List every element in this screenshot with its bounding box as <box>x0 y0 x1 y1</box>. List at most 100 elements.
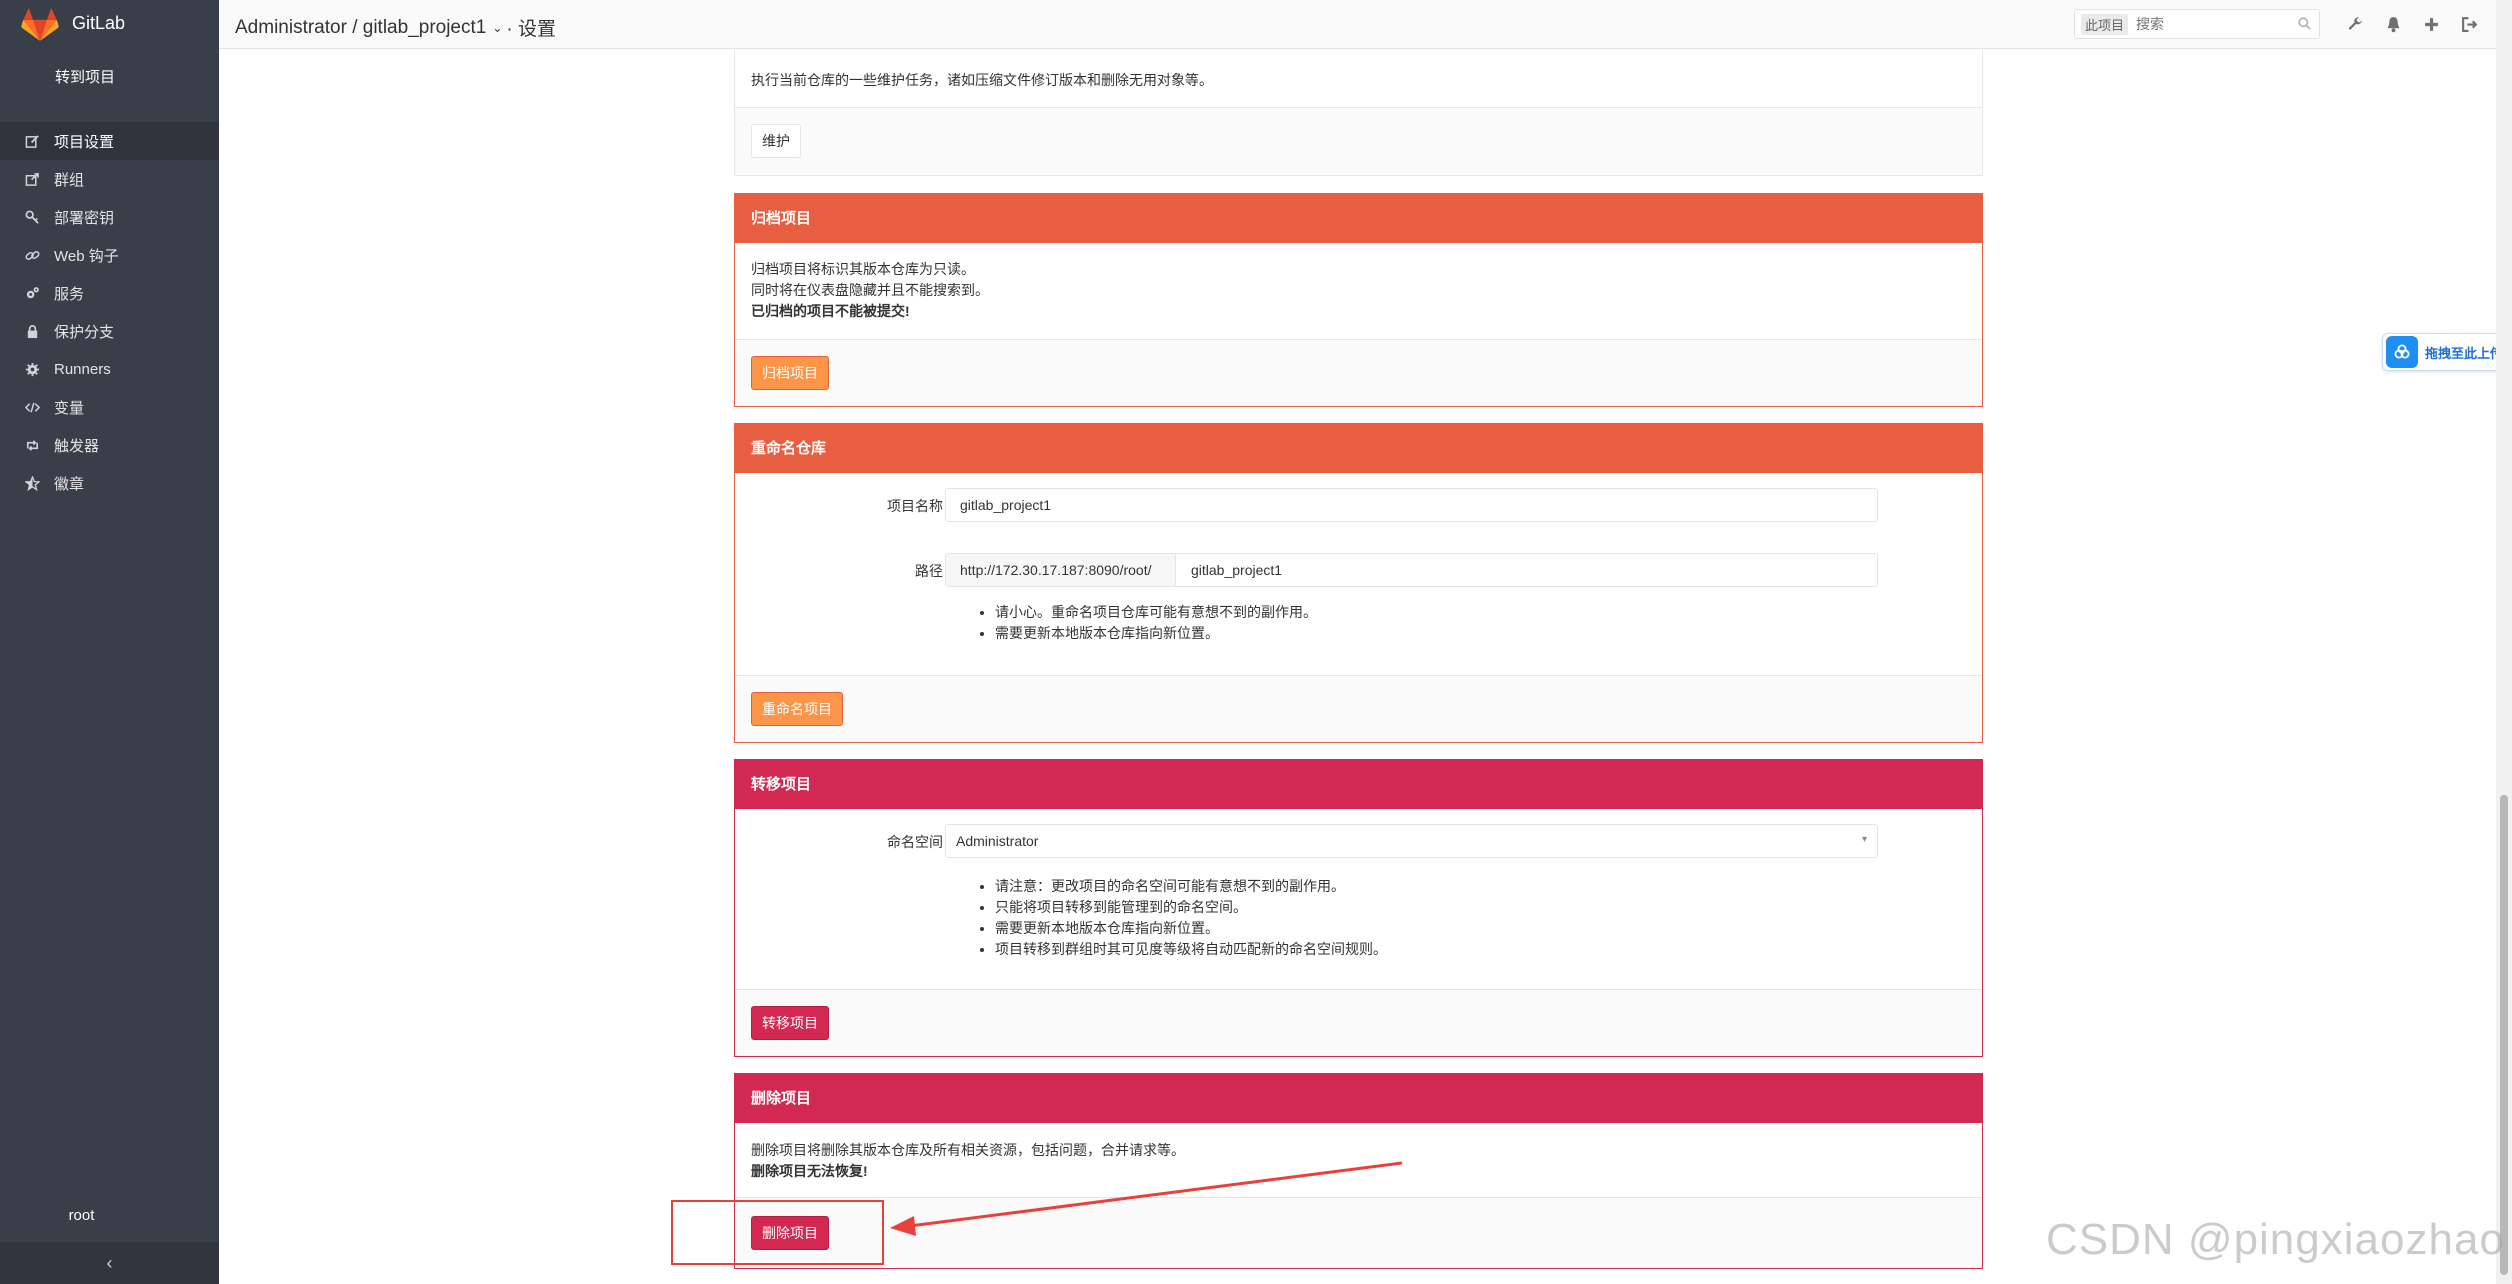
remove-warning: 删除项目无法恢复! <box>751 1163 868 1179</box>
goto-project-link[interactable]: 转到项目 <box>0 66 170 87</box>
sidebar-item-runners[interactable]: Runners <box>0 350 219 388</box>
annotation-highlight-box <box>671 1200 884 1265</box>
search-box[interactable]: 此项目 <box>2074 9 2320 39</box>
transfer-note: 请注意：更改项目的命名空间可能有意想不到的副作用。 <box>995 876 1387 897</box>
sidebar-item-triggers[interactable]: 触发器 <box>0 426 219 464</box>
archive-warning: 已归档的项目不能被提交! <box>751 303 910 319</box>
archive-panel: 归档项目 归档项目将标识其版本仓库为只读。 同时将在仪表盘隐藏并且不能搜索到。 … <box>734 193 1983 407</box>
transfer-note: 只能将项目转移到能管理到的命名空间。 <box>995 897 1387 918</box>
cogs-icon <box>24 285 40 301</box>
app-name: GitLab <box>72 13 126 33</box>
rename-project-button[interactable]: 重命名项目 <box>751 692 843 726</box>
path-input[interactable]: http://172.30.17.187:8090/root/ gitlab_p… <box>945 553 1878 587</box>
archive-text-2: 同时将在仪表盘隐藏并且不能搜索到。 <box>751 282 989 298</box>
search-scope-badge: 此项目 <box>2081 13 2129 35</box>
sidebar-item-label: Web 钩子 <box>54 247 119 265</box>
housekeeping-description: 执行当前仓库的一些维护任务，诸如压缩文件修订版本和删除无用对象等。 <box>751 72 1213 88</box>
sidebar-item-label: 变量 <box>54 399 85 417</box>
sidebar-item-project-settings[interactable]: 项目设置 <box>0 122 219 160</box>
logo-row[interactable]: GitLab <box>0 0 219 50</box>
transfer-panel: 转移项目 命名空间 Administrator ▾ 请注意：更改项目的命名空间可… <box>734 759 1983 1057</box>
project-name-value: gitlab_project1 <box>960 497 1052 513</box>
search-input[interactable] <box>2134 15 2289 33</box>
upload-widget-label: 拖拽至此上传 <box>2425 345 2504 361</box>
lock-icon <box>24 323 40 339</box>
rename-footer: 重命名项目 <box>735 675 1982 742</box>
rename-title: 重命名仓库 <box>735 424 1982 473</box>
wrench-icon[interactable] <box>2344 13 2366 35</box>
share-icon <box>24 171 40 187</box>
bell-icon[interactable] <box>2382 13 2404 35</box>
sidebar-item-label: 保护分支 <box>54 323 115 341</box>
housekeeping-footer: 维护 <box>735 107 1982 175</box>
rename-note: 请小心。重命名项目仓库可能有意想不到的副作用。 <box>995 602 1317 623</box>
path-prefix: http://172.30.17.187:8090/root/ <box>946 554 1176 586</box>
housekeeping-panel: 执行当前仓库的一些维护任务，诸如压缩文件修订版本和删除无用对象等。 维护 <box>734 50 1983 176</box>
sidebar-item-services[interactable]: 服务 <box>0 274 219 312</box>
plus-icon[interactable] <box>2420 13 2442 35</box>
rename-panel: 重命名仓库 项目名称 gitlab_project1 路径 http://172… <box>734 423 1983 743</box>
archive-footer: 归档项目 <box>735 339 1982 406</box>
breadcrumb-page: · 设置 <box>506 19 557 40</box>
transfer-note: 项目转移到群组时其可见度等级将自动匹配新的命名空间规则。 <box>995 939 1387 960</box>
archive-project-button[interactable]: 归档项目 <box>751 356 829 390</box>
sidebar-item-badges[interactable]: 徽章 <box>0 464 219 502</box>
sidebar-item-webhooks[interactable]: Web 钩子 <box>0 236 219 274</box>
namespace-label: 命名空间 <box>887 834 943 850</box>
watermark: CSDN @pingxiaozhao <box>2046 1215 2505 1264</box>
sidebar-item-label: 群组 <box>54 171 85 189</box>
transfer-project-button[interactable]: 转移项目 <box>751 1006 829 1040</box>
sidebar-item-deploy-keys[interactable]: 部署密钥 <box>0 198 219 236</box>
project-name-input[interactable]: gitlab_project1 <box>945 488 1878 522</box>
chevron-left-icon: ‹ <box>106 1252 113 1273</box>
page-scrollbar[interactable] <box>2496 0 2512 1284</box>
rename-notes: 请小心。重命名项目仓库可能有意想不到的副作用。 需要更新本地版本仓库指向新位置。 <box>975 602 1317 644</box>
chevron-down-icon[interactable]: ⌄ <box>492 21 502 35</box>
breadcrumb-path[interactable]: Administrator / gitlab_project1 <box>235 17 486 39</box>
remove-title: 删除项目 <box>735 1074 1982 1123</box>
project-name-label: 项目名称 <box>887 498 943 514</box>
archive-title: 归档项目 <box>735 194 1982 243</box>
upload-widget[interactable]: 拖拽至此上传 <box>2382 333 2512 371</box>
sidebar-item-label: 触发器 <box>54 437 100 455</box>
header-icons <box>2344 13 2496 35</box>
retweet-icon <box>24 437 40 453</box>
top-header: Administrator / gitlab_project1 ⌄ · 设置 此… <box>219 0 2512 49</box>
transfer-notes: 请注意：更改项目的命名空间可能有意想不到的副作用。 只能将项目转移到能管理到的命… <box>975 876 1387 960</box>
transfer-note: 需要更新本地版本仓库指向新位置。 <box>995 918 1387 939</box>
sidebar-item-groups[interactable]: 群组 <box>0 160 219 198</box>
sidebar-item-variables[interactable]: 变量 <box>0 388 219 426</box>
namespace-value: Administrator <box>956 833 1039 849</box>
sidebar-item-label: 徽章 <box>54 475 85 493</box>
namespace-select[interactable]: Administrator ▾ <box>945 824 1878 858</box>
search-icon <box>2298 17 2311 33</box>
collapse-sidebar-button[interactable]: ‹ <box>0 1242 219 1284</box>
sidebar-item-label: 服务 <box>54 285 85 303</box>
sidebar-item-label: 项目设置 <box>54 133 115 151</box>
scrollbar-thumb[interactable] <box>2500 795 2508 1275</box>
star-half-icon <box>24 475 40 491</box>
key-icon <box>24 209 40 225</box>
edit-icon <box>24 133 40 149</box>
transfer-footer: 转移项目 <box>735 989 1982 1056</box>
current-user[interactable]: root <box>0 1207 163 1224</box>
sidebar-item-label: Runners <box>54 360 111 378</box>
path-value: gitlab_project1 <box>1191 562 1283 578</box>
remove-footer: 删除项目 <box>735 1197 1982 1268</box>
housekeeping-button[interactable]: 维护 <box>751 124 801 158</box>
sidebar-item-protected-branches[interactable]: 保护分支 <box>0 312 219 350</box>
rename-note: 需要更新本地版本仓库指向新位置。 <box>995 623 1317 644</box>
sidebar: GitLab 转到项目 项目设置 群组 部署密钥 Web 钩子 服务 保护分支 <box>0 0 219 1284</box>
sign-out-icon[interactable] <box>2458 13 2480 35</box>
sidebar-nav: 项目设置 群组 部署密钥 Web 钩子 服务 保护分支 Runners 变量 触… <box>0 122 219 502</box>
sidebar-item-label: 部署密钥 <box>54 209 115 227</box>
cloud-upload-icon <box>2386 336 2418 368</box>
chevron-down-icon: ▾ <box>1861 834 1867 845</box>
remove-description: 删除项目将删除其版本仓库及所有相关资源，包括问题，合并请求等。 <box>751 1142 1185 1158</box>
remove-panel: 删除项目 删除项目将删除其版本仓库及所有相关资源，包括问题，合并请求等。 删除项… <box>734 1073 1983 1269</box>
code-icon <box>24 399 40 415</box>
gear-icon <box>24 361 40 377</box>
link-icon <box>24 247 40 263</box>
gitlab-logo-icon <box>21 8 59 41</box>
breadcrumb: Administrator / gitlab_project1 ⌄ · 设置 <box>235 14 556 41</box>
